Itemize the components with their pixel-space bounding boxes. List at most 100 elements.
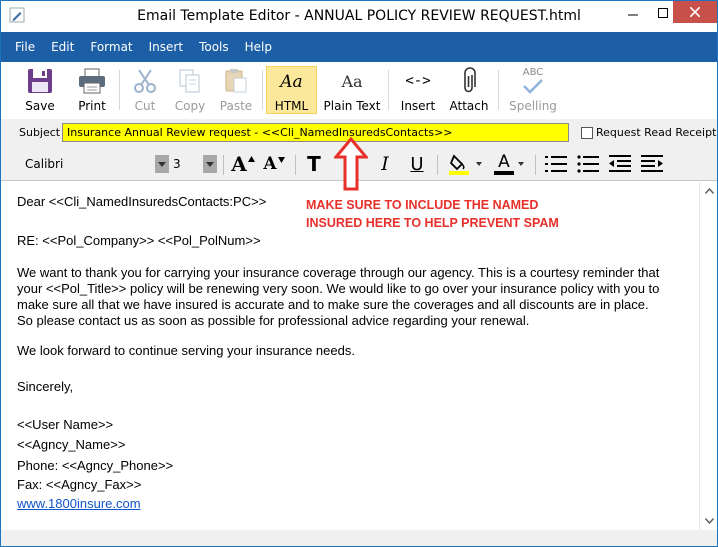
chevron-down-icon (206, 161, 214, 167)
email-body-editor[interactable]: Dear <<Cli_NamedInsuredsContacts:PC>> RE… (1, 182, 699, 530)
clear-formatting-button[interactable]: T (303, 151, 325, 177)
indent-icon (641, 155, 663, 172)
shrink-font-button[interactable]: A (261, 151, 287, 177)
format-separator (535, 155, 536, 175)
toolbar-separator (262, 70, 263, 110)
format-separator (295, 155, 296, 175)
html-mode-button[interactable]: Aa HTML (266, 66, 317, 114)
scroll-up-button[interactable] (700, 182, 718, 200)
insert-label: Insert (400, 99, 436, 113)
menu-insert[interactable]: Insert (149, 40, 183, 54)
re-line: RE: <<Pol_Company>> <<Pol_PolNum>> (17, 233, 261, 248)
font-size-select[interactable]: 3 (171, 153, 217, 175)
subject-input[interactable]: Insurance Annual Review request - <<Cli_… (62, 123, 569, 142)
menu-help[interactable]: Help (245, 40, 272, 54)
paste-label: Paste (219, 99, 253, 113)
font-family-value: Calibri (25, 157, 64, 171)
printer-icon (79, 68, 105, 94)
cut-button[interactable]: Cut (121, 66, 169, 116)
numbered-list-button[interactable] (543, 151, 569, 177)
highlight-color-button[interactable] (445, 151, 485, 177)
toolbar-separator (498, 70, 499, 110)
paragraph-line: We look forward to continue serving your… (17, 343, 355, 358)
font-dropdown-button[interactable] (155, 155, 169, 173)
plain-text-label: Plain Text (323, 99, 381, 113)
menu-format[interactable]: Format (90, 40, 132, 54)
toolbar-separator (119, 70, 120, 110)
outdent-button[interactable] (607, 151, 633, 177)
greeting-line: Dear <<Cli_NamedInsuredsContacts:PC>> (17, 194, 267, 209)
minimize-button[interactable] (618, 1, 648, 25)
maximize-icon (658, 8, 668, 18)
paperclip-icon (464, 67, 476, 93)
caret-down-icon (518, 162, 524, 166)
paragraph-line: make sure all that we have insured is ac… (17, 297, 649, 312)
email-template-editor-window: Email Template Editor - ANNUAL POLICY RE… (0, 0, 718, 547)
copy-button[interactable]: Copy (167, 66, 213, 116)
numbered-list-icon (545, 156, 567, 172)
scissors-icon (134, 69, 156, 93)
plain-text-icon: Aa (341, 71, 363, 91)
spelling-abc-icon: ABC (522, 67, 544, 78)
attach-label: Attach (449, 99, 489, 113)
paste-button[interactable]: Paste (213, 66, 259, 116)
grow-font-button[interactable]: A (229, 151, 257, 177)
attach-button[interactable]: Attach (446, 66, 492, 116)
signature-line: <<User Name>> (17, 417, 114, 432)
insert-button[interactable]: <-> Insert (394, 66, 442, 116)
scroll-down-button[interactable] (700, 512, 718, 530)
paragraph-line: So please contact us as soon as possible… (17, 313, 530, 328)
caret-down-icon (277, 157, 285, 163)
request-read-receipt-label: Request Read Receipt (596, 126, 717, 139)
font-family-select[interactable]: Calibri (17, 153, 169, 175)
paragraph-line: your <<Pol_Title>> policy will be renewi… (17, 281, 660, 296)
bullet-list-button[interactable] (575, 151, 601, 177)
italic-icon: I (381, 153, 389, 175)
print-button[interactable]: Print (67, 66, 117, 116)
vertical-scrollbar[interactable] (699, 182, 717, 530)
print-label: Print (78, 99, 106, 113)
close-icon (690, 7, 700, 17)
size-dropdown-button[interactable] (203, 155, 217, 173)
status-bar (1, 530, 717, 546)
annotation-line-2: INSURED HERE TO HELP PREVENT SPAM (306, 216, 559, 230)
grow-font-icon: A (231, 152, 247, 176)
close-button[interactable] (673, 1, 717, 23)
caret-down-icon (476, 162, 482, 166)
save-label: Save (25, 99, 55, 113)
font-color-button[interactable]: A (491, 151, 527, 177)
cut-label: Cut (134, 99, 156, 113)
signature-line: Fax: <<Agncy_Fax>> (17, 477, 142, 492)
html-label: HTML (274, 99, 309, 113)
menu-edit[interactable]: Edit (51, 40, 74, 54)
plain-text-button[interactable]: Aa Plain Text (321, 66, 383, 116)
spelling-button[interactable]: ABC Spelling (506, 66, 560, 116)
indent-button[interactable] (639, 151, 665, 177)
checkbox-box[interactable] (581, 126, 593, 139)
save-button[interactable]: Save (15, 66, 65, 116)
caret-up-icon (247, 156, 255, 162)
title-bar: Email Template Editor - ANNUAL POLICY RE… (1, 1, 717, 32)
signature-line: Phone: <<Agncy_Phone>> (17, 458, 174, 473)
italic-button[interactable]: I (375, 151, 395, 177)
request-read-receipt-checkbox[interactable]: Request Read Receipt (581, 126, 716, 139)
closing-line: Sincerely, (17, 379, 74, 394)
menu-file[interactable]: File (15, 40, 35, 54)
underline-button[interactable]: U (406, 151, 428, 177)
chevron-down-icon (158, 161, 166, 167)
minimize-icon (628, 14, 638, 16)
checkmark-icon (523, 79, 543, 94)
insert-field-icon: <-> (405, 73, 431, 89)
signature-line: <<Agncy_Name>> (17, 437, 126, 452)
spelling-label: Spelling (509, 99, 557, 113)
paint-bucket-icon (449, 154, 469, 175)
website-link[interactable]: www.1800insure.com (17, 496, 141, 512)
paragraph-line: We want to thank you for carrying your i… (17, 265, 660, 280)
main-toolbar: Save Print Cut Copy Paste Aa HTML Aa Pla… (1, 62, 717, 117)
clear-formatting-icon: T (307, 152, 321, 176)
copy-label: Copy (174, 99, 206, 113)
floppy-disk-icon (28, 69, 52, 93)
annotation-line-1: MAKE SURE TO INCLUDE THE NAMED (306, 198, 539, 212)
clipboard-paste-icon (225, 69, 247, 93)
menu-tools[interactable]: Tools (199, 40, 229, 54)
